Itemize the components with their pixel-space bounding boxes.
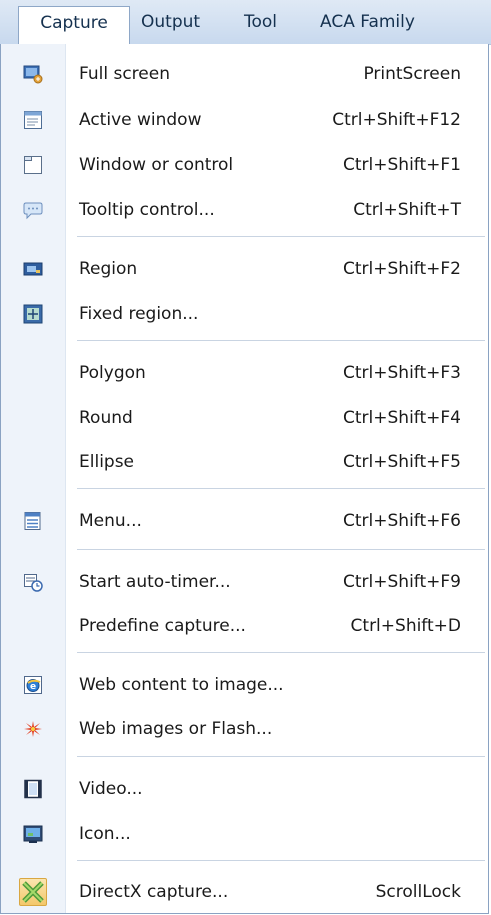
- menu-item-shortcut: ScrollLock: [375, 882, 461, 902]
- menu-item-tooltip-control[interactable]: Tooltip control... Ctrl+Shift+T: [1, 188, 489, 232]
- menu-item-full-screen[interactable]: Full screen PrintScreen: [1, 52, 489, 96]
- menu-item-label: Region: [79, 259, 138, 279]
- fixed-region-icon: [23, 304, 43, 324]
- menu-item-shortcut: Ctrl+Shift+F1: [343, 155, 461, 175]
- menu-item-label: Fixed region...: [79, 304, 199, 324]
- region-icon: [23, 259, 43, 279]
- web-images-icon: [23, 719, 43, 739]
- capture-dropdown-menu: Full screen PrintScreen Active window Ct…: [0, 44, 489, 914]
- menu-item-shortcut: PrintScreen: [363, 64, 461, 84]
- menu-item-label: Tooltip control...: [79, 200, 215, 220]
- video-icon: [23, 779, 43, 799]
- menu-tool[interactable]: Tool: [244, 6, 277, 38]
- menu-item-video[interactable]: Video...: [1, 767, 489, 811]
- icon-capture-icon: [23, 824, 43, 844]
- menu-separator: [77, 236, 485, 238]
- window-control-icon: [23, 155, 43, 175]
- menu-item-label: Icon...: [79, 824, 131, 844]
- menu-item-shortcut: Ctrl+Shift+D: [350, 616, 461, 636]
- menu-item-label: Full screen: [79, 64, 170, 84]
- menu-item-label: Start auto-timer...: [79, 572, 231, 592]
- menu-bar: Capture Output Tool ACA Family: [0, 0, 491, 45]
- menu-item-web-content-to-image[interactable]: e Web content to image...: [1, 663, 489, 707]
- menu-item-label: Polygon: [79, 363, 146, 383]
- menu-item-icon[interactable]: Icon...: [1, 812, 489, 856]
- menu-item-label: Window or control: [79, 155, 234, 175]
- menu-separator: [77, 340, 485, 342]
- menu-item-label: Web content to image...: [79, 675, 284, 695]
- menu-item-ellipse[interactable]: Ellipse Ctrl+Shift+F5: [1, 440, 489, 484]
- menu-item-shortcut: Ctrl+Shift+F5: [343, 452, 461, 472]
- menu-item-predefine-capture[interactable]: Predefine capture... Ctrl+Shift+D: [1, 604, 489, 648]
- menu-separator: [77, 488, 485, 490]
- menu-item-window-or-control[interactable]: Window or control Ctrl+Shift+F1: [1, 143, 489, 187]
- menu-item-region[interactable]: Region Ctrl+Shift+F2: [1, 247, 489, 291]
- menu-item-label: Active window: [79, 110, 202, 130]
- menu-tool-label: Tool: [244, 12, 278, 32]
- menu-separator: [77, 549, 485, 551]
- active-window-icon: [23, 110, 43, 130]
- menu-aca-family-label: ACA Family: [320, 12, 415, 32]
- menu-output[interactable]: Output: [141, 6, 200, 38]
- tooltip-icon: [23, 200, 43, 220]
- menu-icon: [23, 511, 43, 531]
- menu-item-shortcut: Ctrl+Shift+T: [353, 200, 461, 220]
- menu-item-web-images-or-flash[interactable]: Web images or Flash...: [1, 707, 489, 751]
- full-screen-icon: [23, 64, 43, 84]
- menu-item-label: Round: [79, 408, 133, 428]
- directx-icon: [19, 878, 47, 906]
- menu-item-label: Web images or Flash...: [79, 719, 273, 739]
- menu-item-shortcut: Ctrl+Shift+F6: [343, 511, 461, 531]
- svg-text:e: e: [30, 682, 36, 692]
- menu-item-shortcut: Ctrl+Shift+F12: [332, 110, 461, 130]
- menu-separator: [77, 756, 485, 758]
- menu-item-shortcut: Ctrl+Shift+F9: [343, 572, 461, 592]
- menu-separator: [77, 652, 485, 654]
- menu-item-shortcut: Ctrl+Shift+F2: [343, 259, 461, 279]
- menu-item-shortcut: Ctrl+Shift+F4: [343, 408, 461, 428]
- menu-item-label: DirectX capture...: [79, 882, 229, 902]
- menu-item-start-auto-timer[interactable]: Start auto-timer... Ctrl+Shift+F9: [1, 560, 489, 604]
- menu-separator: [77, 860, 485, 862]
- menu-capture-label: Capture: [40, 13, 108, 33]
- menu-capture[interactable]: Capture: [18, 6, 130, 44]
- menu-item-label: Menu...: [79, 511, 142, 531]
- menu-item-polygon[interactable]: Polygon Ctrl+Shift+F3: [1, 351, 489, 395]
- menu-item-label: Predefine capture...: [79, 616, 246, 636]
- menu-output-label: Output: [141, 12, 201, 32]
- menu-item-label: Ellipse: [79, 452, 135, 472]
- menu-item-round[interactable]: Round Ctrl+Shift+F4: [1, 396, 489, 440]
- timer-icon: [23, 572, 43, 592]
- menu-item-menu[interactable]: Menu... Ctrl+Shift+F6: [1, 499, 489, 543]
- menu-item-fixed-region[interactable]: Fixed region...: [1, 292, 489, 336]
- web-content-icon: e: [23, 675, 43, 695]
- menu-aca-family[interactable]: ACA Family: [320, 6, 415, 38]
- menu-item-active-window[interactable]: Active window Ctrl+Shift+F12: [1, 98, 489, 142]
- menu-item-shortcut: Ctrl+Shift+F3: [343, 363, 461, 383]
- menu-item-label: Video...: [79, 779, 143, 799]
- menu-item-directx-capture[interactable]: DirectX capture... ScrollLock: [1, 870, 489, 914]
